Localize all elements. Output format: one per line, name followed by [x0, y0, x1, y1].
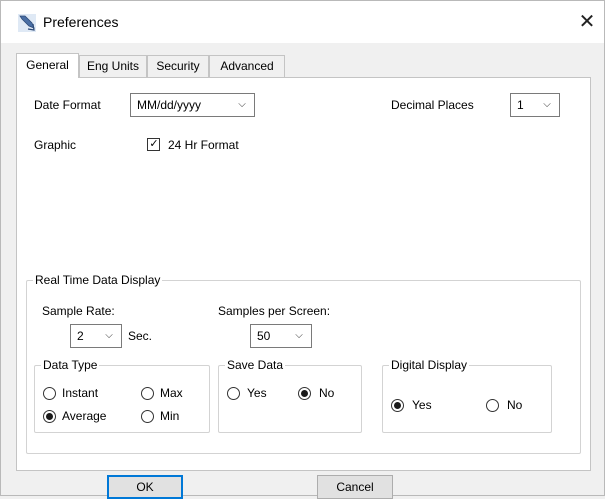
- real-time-data-display-group: Real Time Data Display Sample Rate: 2 ⌵ …: [26, 273, 581, 454]
- date-format-dropdown[interactable]: MM/dd/yyyy ⌵: [130, 93, 255, 117]
- samples-per-screen-value: 50: [257, 329, 271, 343]
- digital-display-yes-radio[interactable]: [391, 399, 404, 412]
- title-bar: Preferences ✕: [1, 1, 604, 43]
- date-format-label: Date Format: [34, 98, 101, 112]
- save-data-yes-radio[interactable]: [227, 387, 240, 400]
- save-data-title: Save Data: [225, 358, 286, 372]
- ok-button[interactable]: OK: [107, 475, 183, 499]
- save-data-no-radio[interactable]: [298, 387, 311, 400]
- general-tab-panel: Date Format MM/dd/yyyy ⌵ Decimal Places …: [16, 77, 591, 471]
- data-type-max-radio[interactable]: [141, 387, 154, 400]
- data-type-group: Data Type Instant Max Average Min: [34, 358, 210, 433]
- chevron-down-icon: ⌵: [238, 99, 246, 110]
- date-format-value: MM/dd/yyyy: [137, 98, 202, 112]
- data-type-instant-radio[interactable]: [43, 387, 56, 400]
- save-data-group: Save Data Yes No: [218, 358, 362, 433]
- 24hr-format-checkbox[interactable]: ✓: [147, 137, 160, 151]
- real-time-group-title: Real Time Data Display: [33, 273, 163, 287]
- chevron-down-icon: ⌵: [543, 99, 551, 110]
- chevron-down-icon: ⌵: [295, 330, 303, 341]
- decimal-places-value: 1: [517, 98, 524, 112]
- sample-rate-dropdown[interactable]: 2 ⌵: [70, 324, 122, 348]
- preferences-dialog: Preferences ✕ General Eng Units Security…: [0, 0, 605, 499]
- data-type-average-radio[interactable]: [43, 410, 56, 423]
- digital-display-yes-label: Yes: [412, 398, 432, 412]
- sample-rate-unit: Sec.: [128, 329, 153, 343]
- tab-security[interactable]: Security: [147, 55, 209, 77]
- window-title: Preferences: [43, 14, 119, 30]
- data-type-min-radio[interactable]: [141, 410, 154, 423]
- cancel-button[interactable]: Cancel: [317, 475, 393, 499]
- tab-eng-units[interactable]: Eng Units: [79, 55, 147, 77]
- chevron-down-icon: ⌵: [105, 330, 113, 341]
- 24hr-format-label: 24 Hr Format: [168, 138, 239, 152]
- data-type-instant-label: Instant: [62, 386, 99, 400]
- checkmark-icon: ✓: [149, 137, 159, 150]
- preferences-wrench-icon: [18, 14, 36, 32]
- digital-display-no-radio[interactable]: [486, 399, 499, 412]
- decimal-places-label: Decimal Places: [391, 98, 474, 112]
- sample-rate-value: 2: [77, 329, 84, 343]
- digital-display-group: Digital Display Yes No: [382, 358, 552, 433]
- save-data-no-label: No: [319, 386, 335, 400]
- samples-per-screen-label: Samples per Screen:: [218, 304, 331, 318]
- samples-per-screen-dropdown[interactable]: 50 ⌵: [250, 324, 312, 348]
- close-button[interactable]: ✕: [570, 7, 604, 37]
- data-type-average-label: Average: [62, 409, 107, 423]
- tab-advanced[interactable]: Advanced: [209, 55, 285, 77]
- decimal-places-dropdown[interactable]: 1 ⌵: [510, 93, 560, 117]
- digital-display-no-label: No: [507, 398, 523, 412]
- data-type-title: Data Type: [41, 358, 100, 372]
- sample-rate-label: Sample Rate:: [42, 304, 115, 318]
- data-type-min-label: Min: [160, 409, 180, 423]
- digital-display-title: Digital Display: [389, 358, 470, 372]
- save-data-yes-label: Yes: [247, 386, 267, 400]
- tab-general[interactable]: General: [16, 53, 79, 78]
- graphic-label: Graphic: [34, 138, 77, 152]
- data-type-max-label: Max: [160, 386, 183, 400]
